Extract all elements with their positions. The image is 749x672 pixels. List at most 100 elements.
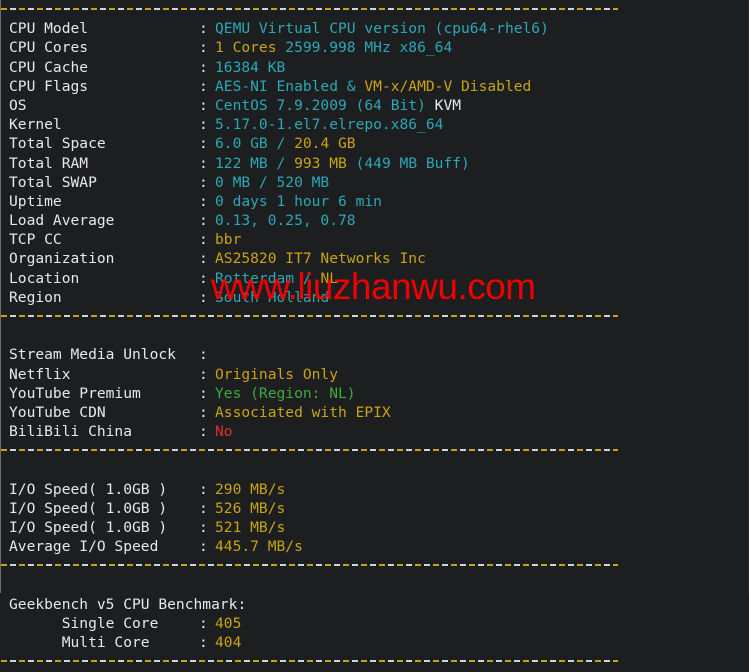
info-row-colon: :: [199, 116, 208, 134]
info-row: Total SWAP:0 MB / 520 MB: [1, 173, 749, 192]
info-row-label: CPU Flags: [9, 77, 89, 95]
info-row-colon: :: [199, 480, 208, 498]
io-speed-section: I/O Speed( 1.0GB ):290 MB/s I/O Speed( 1.…: [1, 480, 749, 557]
info-row-label: CPU Cache: [9, 58, 89, 76]
value-fragment: Rotterdam: [215, 269, 303, 287]
info-row: CPU Flags: AES-NI Enabled & VM-x/AMD-V Di…: [1, 77, 749, 96]
info-row-value: 445.7 MB/s: [215, 537, 303, 556]
separator-rule-top: [1, 0, 749, 19]
info-row-label: YouTube CDN: [9, 403, 106, 421]
info-row: I/O Speed( 1.0GB ):290 MB/s: [1, 480, 749, 499]
info-row-label: I/O Speed( 1.0GB ): [9, 499, 168, 517]
value-fragment: KVM: [434, 96, 462, 114]
info-row-label: CPU Cores: [9, 39, 89, 57]
value-fragment: Originals Only: [215, 365, 339, 383]
info-row: Location: Rotterdam / NL: [1, 269, 749, 288]
info-row: Load Average:0.13, 0.25, 0.78: [1, 211, 749, 230]
info-row-value: 526 MB/s: [215, 499, 285, 518]
info-row-value: Rotterdam / NL: [215, 269, 338, 288]
info-row: YouTube Premium: Yes (Region: NL): [1, 384, 749, 403]
info-row-label: TCP CC: [9, 231, 62, 249]
info-row: TCP CC: bbr: [1, 230, 749, 249]
separator-rule-bottom: [1, 652, 749, 671]
info-row: Total Space:6.0 GB / 20.4 GB: [1, 134, 749, 153]
info-row-colon: :: [199, 96, 208, 114]
info-row-colon: :: [199, 269, 208, 287]
info-row-value: 405: [215, 614, 241, 633]
value-fragment: AS25820 IT7 Networks Inc: [215, 250, 426, 268]
value-fragment: /: [302, 269, 321, 287]
value-fragment: AES-NI Enabled: [215, 77, 347, 95]
value-fragment: Yes (Region: NL): [215, 384, 356, 402]
info-row-value: bbr: [215, 230, 241, 249]
info-row-value: 1 Cores 2599.998 MHz x86_64: [215, 38, 452, 57]
info-row-colon: :: [199, 519, 208, 537]
value-fragment: 0.13, 0.25, 0.78: [215, 212, 356, 230]
value-fragment: 5.17.0-1.el7.elrepo.x86_64: [215, 116, 444, 134]
info-row-colon: :: [199, 212, 208, 230]
info-row-colon: :: [199, 39, 208, 57]
value-fragment: 404: [215, 634, 242, 652]
value-fragment: 526 MB/s: [215, 499, 286, 517]
value-fragment: 405: [215, 615, 242, 632]
value-fragment: 6.0 GB: [215, 135, 277, 153]
value-fragment: 993 MB: [294, 154, 356, 172]
info-row-label: I/O Speed( 1.0GB ): [9, 519, 168, 537]
info-row-label: Total SWAP: [9, 173, 97, 191]
info-row: Multi Core:404: [1, 633, 749, 652]
info-row-value: 290 MB/s: [215, 480, 285, 499]
geekbench-section: Geekbench v5 CPU Benchmark: Single Core:…: [1, 595, 749, 653]
info-row-label: Load Average: [9, 212, 115, 230]
value-fragment: QEMU Virtual CPU version (cpu64-rhel6): [215, 20, 549, 38]
info-row-colon: :: [199, 538, 208, 556]
info-row: Total RAM:122 MB / 993 MB (449 MB Buff): [1, 154, 749, 173]
info-row-colon: :: [199, 615, 208, 632]
value-fragment: 2599.998 MHz x86_64: [285, 39, 453, 57]
value-fragment: 290 MB/s: [215, 480, 286, 498]
value-fragment: Associated with EPIX: [215, 403, 391, 421]
value-fragment: VM-x/AMD-V Disabled: [364, 77, 532, 95]
info-row-value: 0 MB / 520 MB: [215, 173, 329, 192]
info-row-colon: :: [199, 250, 208, 268]
info-row: I/O Speed( 1.0GB ):526 MB/s: [1, 499, 749, 518]
info-row-value: AES-NI Enabled & VM-x/AMD-V Disabled: [215, 77, 531, 96]
separator-rule-after-stream: [1, 441, 749, 460]
info-row-value: 6.0 GB / 20.4 GB: [215, 134, 356, 153]
value-fragment: /: [276, 135, 295, 153]
terminal-screen: CPU Model: QEMU Virtual CPU version (cpu6…: [1, 0, 749, 672]
info-row-colon: :: [199, 154, 208, 172]
value-fragment: 0 days 1 hour 6 min: [215, 192, 382, 210]
info-row-colon: :: [199, 231, 208, 249]
value-fragment: /: [276, 154, 295, 172]
info-row-colon: :: [199, 499, 208, 517]
value-fragment: (449 MB Buff): [355, 154, 470, 172]
info-row-value: 521 MB/s: [215, 518, 285, 537]
info-row-label: Total RAM: [9, 154, 89, 172]
info-row-label: YouTube Premium: [9, 384, 141, 402]
info-row: YouTube CDN: Associated with EPIX: [1, 403, 749, 422]
value-fragment: 20.4 GB: [294, 135, 356, 153]
info-row-value: 122 MB / 993 MB (449 MB Buff): [215, 154, 470, 173]
info-row-value: Originals Only: [215, 365, 338, 384]
section-heading: Geekbench v5 CPU Benchmark:: [9, 595, 247, 613]
info-row-colon: :: [199, 346, 208, 364]
info-row-label: BiliBili China: [9, 423, 133, 441]
info-row: Average I/O Speed:445.7 MB/s: [1, 537, 749, 556]
value-fragment: bbr: [215, 231, 242, 249]
info-row-value: QEMU Virtual CPU version (cpu64-rhel6): [215, 19, 549, 38]
value-fragment: 521 MB/s: [215, 519, 286, 537]
separator-rule-after-io: [1, 556, 749, 575]
info-row-value: No: [215, 422, 233, 441]
stream-media-section: Stream Media Unlock: Netflix: Originals On…: [1, 345, 749, 441]
info-row-label: Region: [9, 288, 62, 306]
info-row-colon: :: [199, 20, 208, 38]
info-row-value: Associated with EPIX: [215, 403, 391, 422]
value-fragment: 16384 KB: [215, 58, 286, 76]
info-row-label: Multi Core: [9, 634, 150, 652]
separator-rule-after-system: [1, 307, 749, 326]
info-row-colon: :: [199, 77, 208, 95]
value-fragment: 0 MB / 520 MB: [215, 173, 330, 191]
info-row: Stream Media Unlock:: [1, 345, 749, 364]
info-row-colon: :: [199, 403, 208, 421]
